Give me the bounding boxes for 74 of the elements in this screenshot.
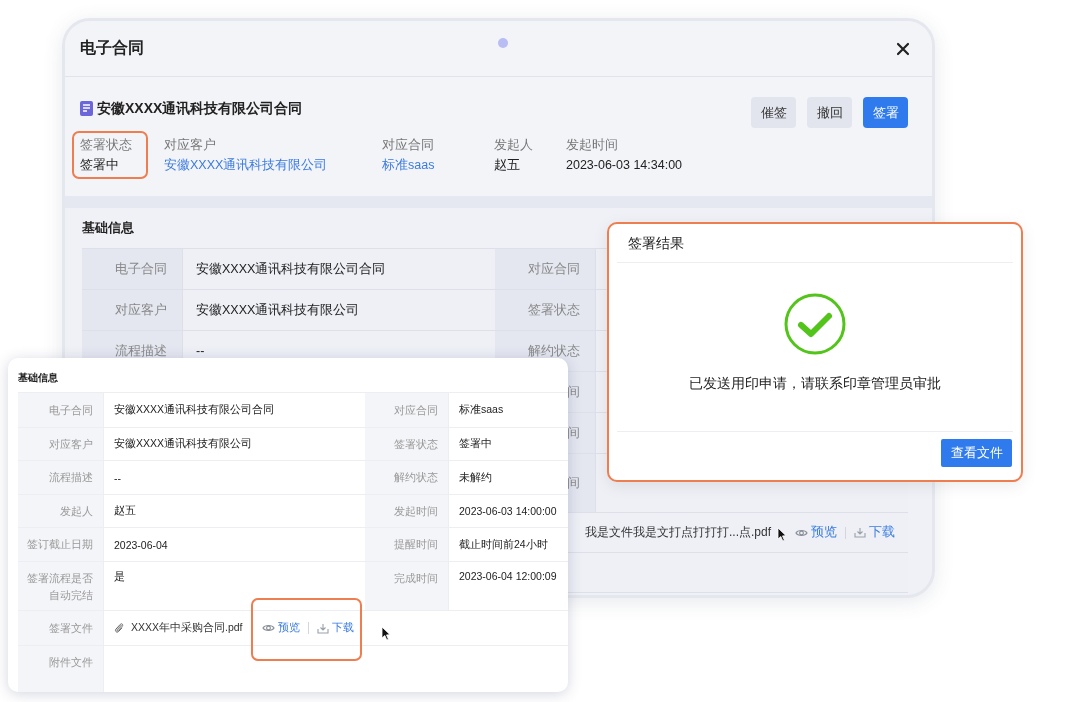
field-label: 签署状态 [528,301,580,319]
download-link[interactable]: 下载 [316,621,354,635]
field-label: 对应客户 [115,301,167,319]
field-label: 发起人 [60,503,93,519]
field-value: 标准saas [459,403,504,417]
field-value: 是 [114,570,125,584]
preview-link[interactable]: 预览 [795,524,837,541]
eye-icon [795,527,808,538]
field-value: 2023-06-03 14:00:00 [459,505,557,517]
field-label: 对应客户 [164,137,216,154]
download-link[interactable]: 下载 [854,524,895,541]
field-value: 赵五 [114,504,136,518]
field-value: 2023-06-04 [114,538,168,551]
field-label: 对应合同 [394,402,438,418]
section-title: 基础信息 [17,371,59,385]
field-value: -- [196,344,205,358]
file-name: XXXX年中采购合同.pdf [131,621,243,635]
field-label: 发起人 [494,137,533,154]
cursor-icon [777,527,787,542]
field-label: 间 [567,474,580,492]
field-label: 发起时间 [566,137,618,154]
field-label: 签署状态 [394,436,438,452]
field-label: 完成时间 [394,571,438,586]
cursor-icon [380,625,391,641]
eye-icon [261,623,275,633]
field-label: 对应合同 [528,260,580,278]
field-label: 签订截止日期 [27,537,93,552]
field-value: 安徽XXXX通讯科技有限公司合同 [196,260,386,278]
field-value: 签署中 [459,437,492,451]
preview-link[interactable]: 预览 [261,621,300,635]
success-check-icon [784,293,846,355]
field-value: 截止时间前24小时 [459,537,548,552]
download-icon [854,527,866,538]
document-icon [80,101,93,116]
field-label: 流程描述 [115,342,167,360]
field-value: -- [114,471,121,484]
window-title: 电子合同 [80,38,144,58]
field-value: 未解约 [459,470,492,485]
field-label: 签署状态 [80,137,132,154]
field-label: 电子合同 [115,260,167,278]
field-label: 电子合同 [49,402,93,418]
field-value: 2023-06-03 14:34:00 [566,157,683,174]
field-label: 对应客户 [49,436,93,452]
field-value: 安徽XXXX通讯科技有限公司 [196,301,360,319]
action-button[interactable]: 催签 [751,97,796,128]
field-label: 解约状态 [394,470,438,485]
field-value: 安徽XXXX通讯科技有限公司 [114,437,252,451]
action-button[interactable]: 撤回 [807,97,852,128]
customer-link[interactable]: 安徽XXXX通讯科技有限公司 [164,155,328,175]
customer-link[interactable]: 标准saas [382,155,435,175]
field-value: 赵五 [494,157,520,174]
field-label: 解约状态 [528,342,580,360]
dialog-title: 签署结果 [617,224,1013,263]
file-name: 我是文件我是文打点打打打...点.pdf [584,524,771,541]
paperclip-icon [114,622,124,634]
field-label: 对应合同 [382,137,434,154]
field-value: 2023-06-04 12:00:09 [459,570,557,582]
field-label: 流程描述 [49,470,93,485]
field-value: 安徽XXXX通讯科技有限公司合同 [114,403,274,417]
field-label: 提醒时间 [394,537,438,552]
section-title: 基础信息 [82,220,135,237]
field-label: 签署流程是否自动完结 [26,571,93,603]
field-label: 签署文件 [49,620,93,636]
contract-title: 安徽XXXX通讯科技有限公司合同 [97,99,303,118]
result-message: 已发送用印申请，请联系印章管理员审批 [689,375,941,393]
field-label: 间 [567,383,580,401]
sign-button[interactable]: 签署 [863,97,908,128]
field-label: 发起时间 [394,503,438,519]
view-file-button[interactable]: 查看文件 [941,439,1012,467]
field-value: 签署中 [80,157,119,174]
close-icon[interactable] [896,41,910,56]
download-icon [316,622,329,634]
field-label: 间 [567,424,580,442]
field-label: 附件文件 [49,655,93,670]
